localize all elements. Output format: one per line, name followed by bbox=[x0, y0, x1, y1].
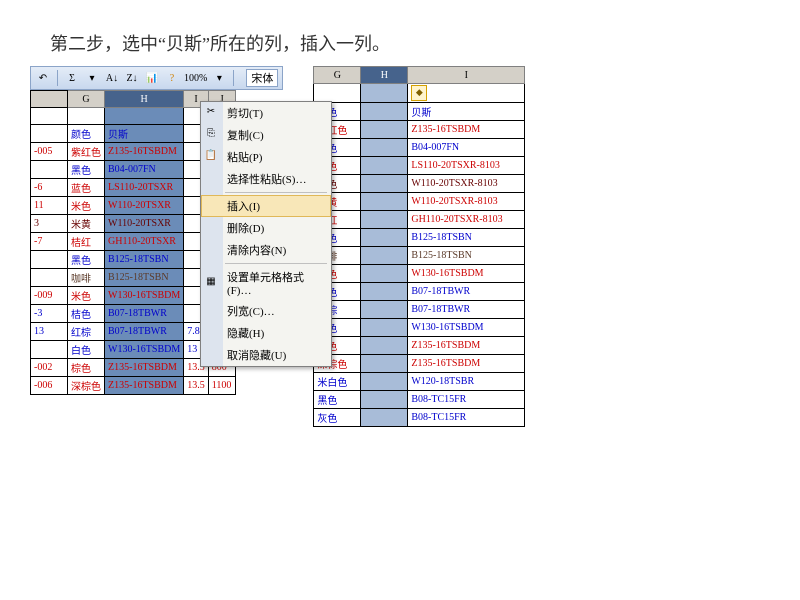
table-row: -006深棕色Z135-16TSBDM13.51100 bbox=[31, 377, 236, 395]
context-menu-item[interactable]: 删除(D) bbox=[201, 217, 331, 239]
context-menu-item[interactable]: ⎘复制(C) bbox=[201, 124, 331, 146]
sort-asc-icon[interactable]: A↓ bbox=[104, 70, 120, 86]
table-row: 桔红GH110-20TSXR-8103 bbox=[314, 211, 525, 229]
table-row: 桔色B07-18TBWR bbox=[314, 283, 525, 301]
header-cell: 颜色 bbox=[68, 125, 105, 143]
table-row: 红棕B07-18TBWR bbox=[314, 301, 525, 319]
table-row: 黑色B04-007FN bbox=[314, 139, 525, 157]
menu-icon: ▦ bbox=[204, 276, 218, 290]
col-header[interactable]: I bbox=[408, 67, 525, 84]
col-header[interactable]: G bbox=[314, 67, 361, 84]
table-row: 黑色B08-TC15FR bbox=[314, 391, 525, 409]
table-row: 白色W130-16TSBDM bbox=[314, 319, 525, 337]
zoom-value[interactable]: 100% bbox=[184, 73, 207, 84]
header-cell: 贝斯 bbox=[105, 125, 184, 143]
table-row: 棕色Z135-16TSBDM bbox=[314, 337, 525, 355]
context-menu: ✂剪切(T)⎘复制(C)📋粘贴(P)选择性粘贴(S)… 插入(I)删除(D)清除内… bbox=[200, 101, 332, 367]
header-cell: 贝斯 bbox=[408, 103, 525, 121]
table-row: 蓝色LS110-20TSXR-8103 bbox=[314, 157, 525, 175]
menu-icon: 📋 bbox=[204, 150, 218, 164]
context-menu-item[interactable]: 取消隐藏(U) bbox=[201, 344, 331, 366]
table-row: 米黄W110-20TSXR-8103 bbox=[314, 193, 525, 211]
context-menu-item[interactable]: 隐藏(H) bbox=[201, 322, 331, 344]
table-row: 深棕色Z135-16TSBDM bbox=[314, 355, 525, 373]
menu-icon: ✂ bbox=[204, 106, 218, 120]
undo-icon[interactable]: ↶ bbox=[35, 70, 51, 86]
smart-tag-icon[interactable]: ◆ bbox=[411, 85, 427, 101]
screenshot-after: G H I ◆ 颜色 贝斯 紫红色Z135-16TSBDM黑色B04-007FN… bbox=[313, 66, 525, 427]
context-menu-item[interactable]: 插入(I) bbox=[201, 195, 331, 217]
context-menu-item[interactable]: ▦设置单元格格式(F)… bbox=[201, 266, 331, 300]
context-menu-item[interactable]: 选择性粘贴(S)… bbox=[201, 168, 331, 190]
col-header-selected[interactable]: H bbox=[105, 91, 184, 108]
instruction-text: 第二步，选中“贝斯”所在的列，插入一列。 bbox=[0, 0, 800, 66]
menu-icon: ⎘ bbox=[204, 128, 218, 142]
zoom-dropdown-icon[interactable]: ▾ bbox=[211, 70, 227, 86]
sum-icon[interactable]: Σ bbox=[64, 70, 80, 86]
help-icon[interactable]: ? bbox=[164, 70, 180, 86]
sort-desc-icon[interactable]: Z↓ bbox=[124, 70, 140, 86]
table-row: 咖啡B125-18TSBN bbox=[314, 247, 525, 265]
chart-icon[interactable]: 📊 bbox=[144, 70, 160, 86]
screenshot-before: ↶ Σ ▾ A↓ Z↓ 📊 ? 100% ▾ 宋体 G H I J 颜色 bbox=[30, 66, 283, 427]
table-row: 灰色B08-TC15FR bbox=[314, 409, 525, 427]
table-row: 黑色B125-18TSBN bbox=[314, 229, 525, 247]
dropdown-icon[interactable]: ▾ bbox=[84, 70, 100, 86]
context-menu-item[interactable]: 列宽(C)… bbox=[201, 300, 331, 322]
context-menu-item[interactable]: 📋粘贴(P) bbox=[201, 146, 331, 168]
table-row: 米色W130-16TSBDM bbox=[314, 265, 525, 283]
table-row: 紫红色Z135-16TSBDM bbox=[314, 121, 525, 139]
context-menu-item[interactable]: 清除内容(N) bbox=[201, 239, 331, 261]
table-row: 米白色W120-18TSBR bbox=[314, 373, 525, 391]
context-menu-item[interactable]: ✂剪切(T) bbox=[201, 102, 331, 124]
spreadsheet-right: G H I ◆ 颜色 贝斯 紫红色Z135-16TSBDM黑色B04-007FN… bbox=[313, 66, 525, 427]
table-row: 米色W110-20TSXR-8103 bbox=[314, 175, 525, 193]
toolbar: ↶ Σ ▾ A↓ Z↓ 📊 ? 100% ▾ 宋体 bbox=[30, 66, 283, 90]
font-select[interactable]: 宋体 bbox=[246, 69, 278, 87]
col-header[interactable]: G bbox=[68, 91, 105, 108]
col-header-selected[interactable]: H bbox=[361, 67, 408, 84]
